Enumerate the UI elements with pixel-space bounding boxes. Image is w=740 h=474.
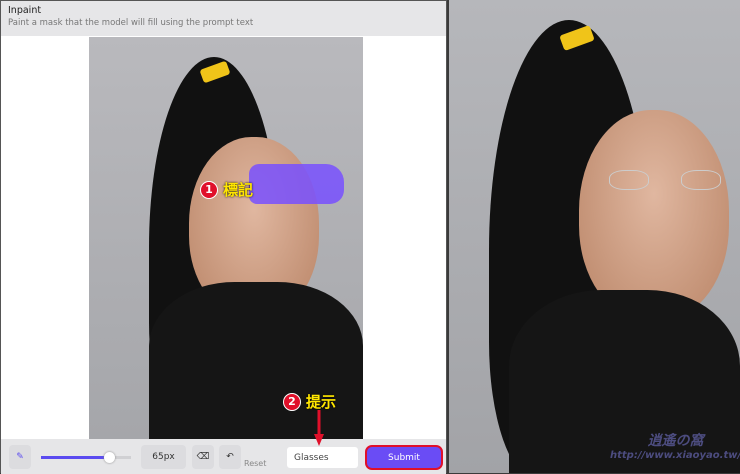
panel-header: Inpaint Paint a mask that the model will…: [1, 1, 446, 36]
undo-icon: ↶: [226, 452, 234, 462]
inpaint-panel: Inpaint Paint a mask that the model will…: [0, 0, 447, 474]
undo-button[interactable]: ↶: [219, 445, 241, 469]
watermark-url: http://www.xiaoyao.tw/: [610, 450, 740, 461]
toolbar: ✎ 65px ⌫ ↶ Reset Submit: [1, 439, 446, 474]
panel-title: Inpaint: [8, 5, 42, 16]
pencil-icon: ✎: [16, 452, 24, 462]
watermark: 逍遙の窩 http://www.xiaoyao.tw/: [610, 430, 740, 461]
submit-button[interactable]: Submit: [365, 445, 443, 470]
brush-size-slider[interactable]: [41, 452, 131, 463]
result-image: [449, 0, 740, 473]
shirt: [149, 282, 363, 439]
brush-size-display: 65px: [141, 445, 186, 469]
brush-tool-button[interactable]: ✎: [9, 445, 31, 469]
annotation-mark: 1 標記: [200, 179, 253, 200]
annotation-prompt: 2 提示: [283, 391, 336, 412]
glasses-left: [609, 170, 649, 190]
prompt-input[interactable]: [287, 447, 358, 468]
watermark-logo: 逍遙の窩: [647, 433, 704, 449]
canvas-image[interactable]: [89, 37, 363, 439]
eraser-icon: ⌫: [196, 452, 210, 462]
face: [579, 110, 729, 320]
reset-button[interactable]: Reset: [244, 459, 266, 468]
red-arrow-icon: [314, 410, 324, 446]
panel-subtitle: Paint a mask that the model will fill us…: [8, 18, 254, 28]
slider-knob[interactable]: [104, 452, 115, 463]
glasses-right: [681, 170, 721, 190]
eraser-button[interactable]: ⌫: [192, 445, 214, 469]
painted-mask: [249, 164, 344, 204]
